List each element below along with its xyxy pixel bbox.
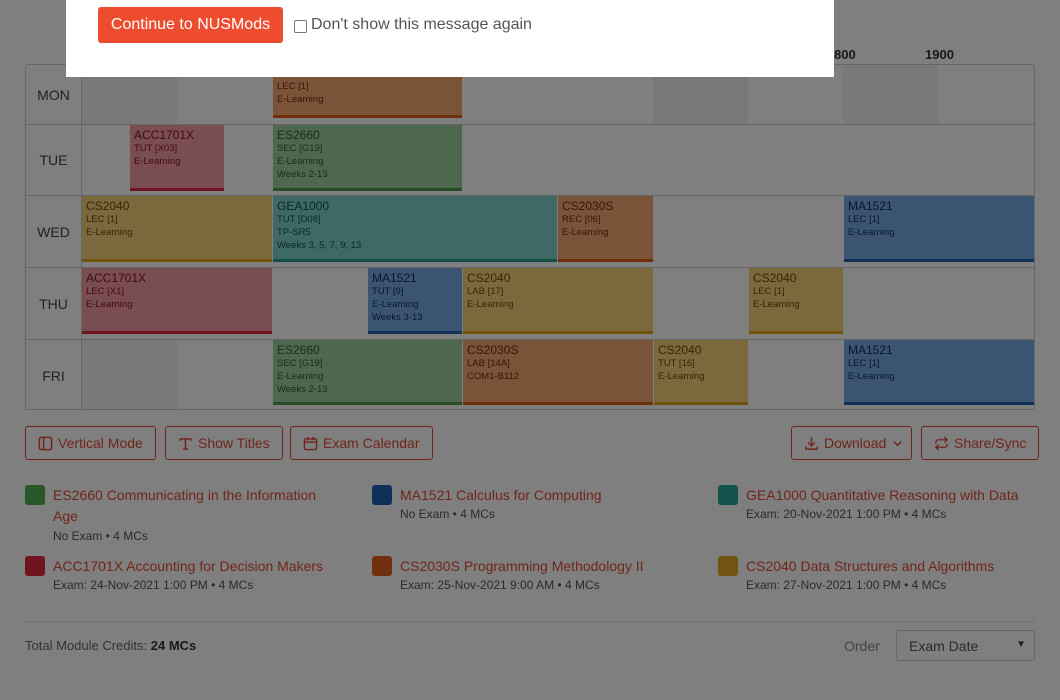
modal-backdrop[interactable]: [0, 0, 1060, 700]
dont-show-checkbox[interactable]: [294, 20, 307, 33]
dont-show-label[interactable]: Don't show this message again: [311, 16, 532, 34]
redirect-modal: Continue to NUSMods Don't show this mess…: [66, 0, 834, 77]
continue-button[interactable]: Continue to NUSMods: [98, 7, 283, 43]
